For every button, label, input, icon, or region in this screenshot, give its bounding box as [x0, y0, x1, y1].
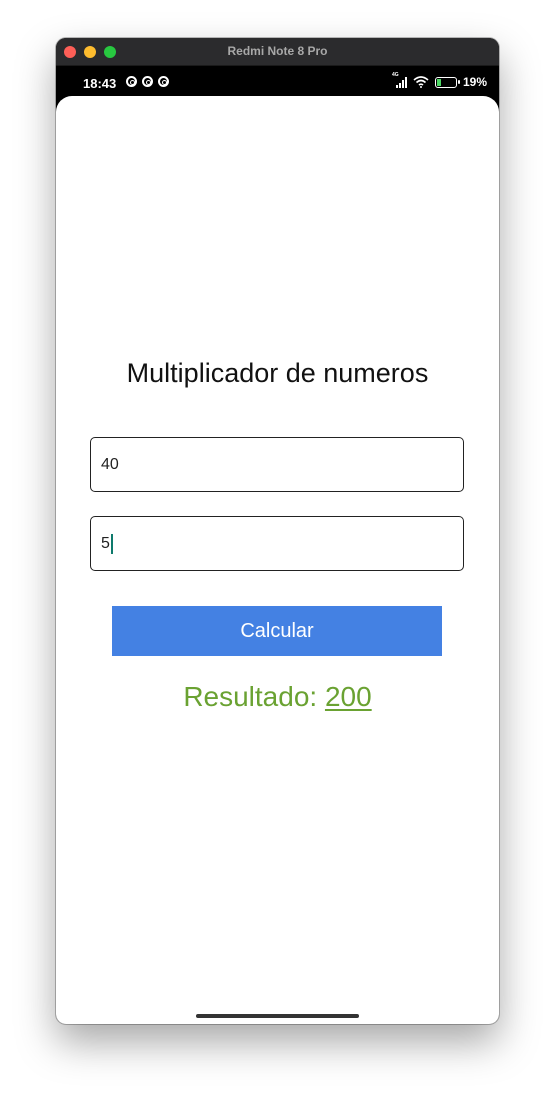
cellular-signal-icon: 4G	[392, 72, 407, 88]
status-notification-icons	[126, 76, 169, 87]
network-type: 4G	[391, 71, 399, 78]
window-title: Redmi Note 8 Pro	[227, 44, 328, 58]
app-notification-icon	[142, 76, 153, 87]
battery-icon	[434, 76, 460, 88]
second-number-input[interactable]: 5	[90, 516, 464, 571]
text-cursor	[110, 533, 113, 554]
first-number-value: 40	[101, 455, 119, 473]
home-indicator[interactable]	[196, 1014, 359, 1018]
result-value: 200	[324, 681, 372, 712]
first-number-input[interactable]: 40	[90, 437, 464, 492]
calculate-button[interactable]: Calcular	[112, 606, 442, 656]
device-window: Redmi Note 8 Pro 18:43 4G 19% Multiplica…	[56, 38, 499, 1024]
second-number-value: 5	[101, 534, 110, 552]
battery-percent: 19%	[462, 75, 487, 89]
app-screen: Multiplicador de numeros 40 5 Calcular R…	[56, 96, 499, 1024]
page-title: Multiplicador de numeros	[126, 358, 429, 388]
result-display: Resultado: 200	[56, 681, 499, 713]
alarm-icon	[126, 76, 137, 87]
wifi-icon	[413, 76, 429, 88]
window-titlebar: Redmi Note 8 Pro	[56, 38, 499, 66]
status-bar: 18:43 4G 19%	[56, 66, 499, 96]
result-label: Resultado:	[183, 681, 325, 712]
status-time: 18:43	[83, 76, 117, 91]
app-notification-icon	[158, 76, 169, 87]
status-system-icons: 4G 19%	[392, 72, 487, 90]
